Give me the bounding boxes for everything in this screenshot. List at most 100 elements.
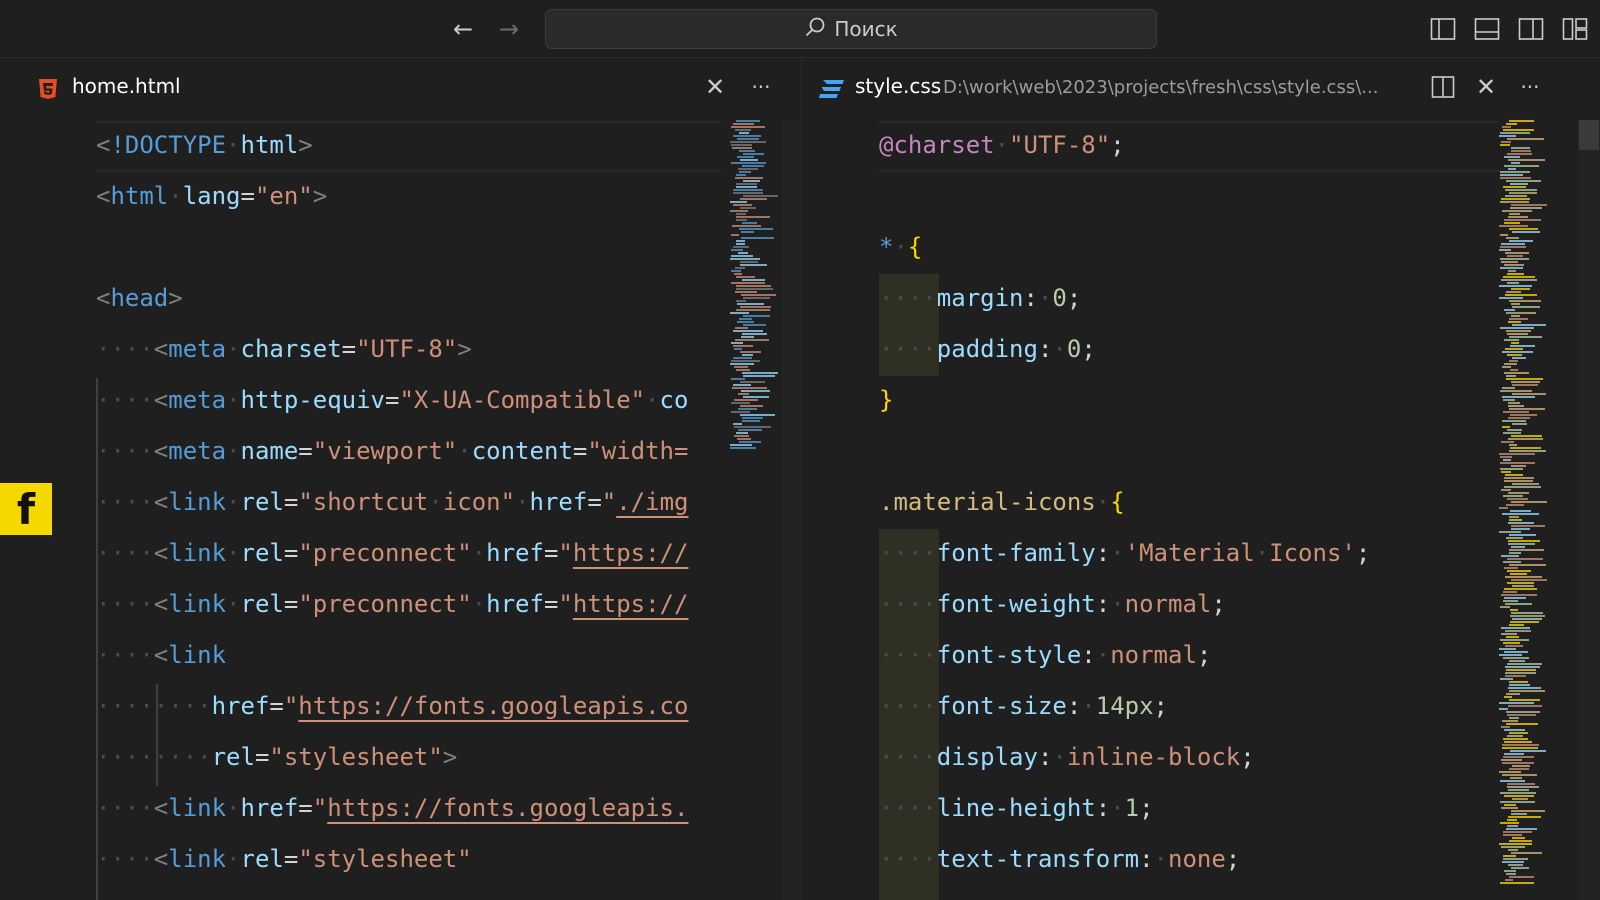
code-token: 0	[1052, 284, 1067, 312]
code-line[interactable]: ····margin:·0;	[879, 273, 1081, 324]
minimap-line	[1511, 150, 1531, 152]
minimap-line	[1511, 810, 1545, 812]
code-line[interactable]: }	[879, 375, 893, 426]
minimap-line	[1501, 594, 1537, 596]
minimap-line	[730, 210, 748, 212]
minimap-line	[1511, 147, 1530, 149]
minimap-line	[737, 138, 759, 140]
more-actions-icon[interactable]: ···	[1515, 72, 1545, 102]
code-line[interactable]: <html·lang="en">	[96, 171, 327, 222]
code-token: }	[879, 386, 894, 414]
code-line[interactable]: ····<link·href="https://fonts.googleapis…	[96, 783, 688, 834]
minimap-line	[1507, 735, 1523, 737]
code-line[interactable]: ········rel="stylesheet">	[96, 732, 457, 783]
code-token: ····	[879, 284, 937, 312]
more-actions-icon[interactable]: ···	[746, 72, 776, 102]
tab-style-css[interactable]: style.css	[855, 74, 941, 98]
toggle-panel-icon[interactable]	[1472, 14, 1502, 44]
code-token: >	[298, 131, 313, 159]
code-line[interactable]: ····<link·rel="preconnect"·href="https:/…	[96, 579, 688, 630]
minimap-right[interactable]	[1499, 120, 1551, 900]
code-line[interactable]: ····<meta·name="viewport"·content="width…	[96, 426, 688, 477]
code-token: ····	[96, 386, 154, 414]
minimap-line	[1500, 462, 1535, 464]
minimap-line	[737, 438, 751, 440]
code-token: ····	[96, 437, 154, 465]
forward-button[interactable]: →	[494, 14, 524, 44]
code-line[interactable]: .material-icons·{	[879, 477, 1125, 528]
code-line[interactable]: @charset·"UTF-8";	[879, 120, 1125, 171]
scrollbar-right[interactable]	[1577, 120, 1600, 900]
minimap-line	[743, 375, 775, 377]
toggle-secondary-sidebar-icon[interactable]	[1516, 14, 1546, 44]
minimap-line	[1505, 666, 1540, 668]
minimap-line	[731, 162, 766, 164]
customize-layout-icon[interactable]	[1560, 14, 1590, 44]
code-token: 1	[1124, 794, 1140, 822]
minimap-line	[742, 420, 760, 422]
minimap-line	[1508, 159, 1545, 161]
minimap-line	[739, 150, 755, 152]
scrollbar-left[interactable]	[782, 120, 802, 900]
code-line[interactable]: ····padding:·0;	[879, 324, 1096, 375]
code-line[interactable]: <!DOCTYPE·html>	[96, 120, 313, 171]
minimap-line	[1508, 417, 1530, 419]
command-center-search[interactable]: Поиск	[545, 9, 1157, 49]
code-editor-css[interactable]: @charset·"UTF-8"; *·{····margin:·0; ····pa…	[879, 120, 1499, 900]
minimap-line	[743, 297, 770, 299]
minimap-line	[738, 393, 749, 395]
minimap-line	[1510, 414, 1537, 416]
code-line[interactable]: <head>	[96, 273, 183, 324]
code-line[interactable]: ····<meta·http-equiv="X-UA-Compatible"·c…	[96, 375, 688, 426]
code-line[interactable]: ········href="https://fonts.googleapis.c…	[96, 681, 688, 732]
minimap-line	[733, 357, 752, 359]
code-token: font-weight	[936, 590, 1096, 618]
code-token: :	[1066, 692, 1082, 720]
code-line[interactable]: ····font-style:·normal;	[879, 630, 1211, 681]
minimap-line	[1501, 441, 1514, 443]
minimap-line	[740, 351, 761, 353]
minimap-line	[1502, 126, 1511, 128]
code-token: >	[442, 743, 458, 771]
split-editor-icon[interactable]	[1428, 72, 1458, 102]
minimap-line	[1502, 351, 1533, 353]
minimap-line	[1511, 813, 1527, 815]
code-line[interactable]: ····<link·rel="stylesheet"	[96, 834, 472, 885]
code-line[interactable]: ····font-family:·'Material·Icons';	[879, 528, 1370, 579]
minimap-line	[1501, 726, 1510, 728]
code-line[interactable]: ····line-height:·1;	[879, 783, 1154, 834]
minimap-line	[1512, 357, 1526, 359]
minimap-line	[1503, 738, 1528, 740]
code-token: =	[298, 437, 313, 465]
code-line[interactable]: ····font-size:·14px;	[879, 681, 1168, 732]
tab-home-html[interactable]: home.html	[72, 74, 181, 98]
code-token: icon"	[442, 488, 516, 516]
code-line[interactable]: *·{	[879, 222, 922, 273]
code-token: >	[457, 335, 472, 363]
toggle-primary-sidebar-icon[interactable]	[1428, 14, 1458, 44]
minimap-line	[733, 123, 754, 125]
minimap-line	[1506, 537, 1523, 539]
code-line[interactable]: ····display:·inline-block;	[879, 732, 1255, 783]
code-line[interactable]: ····font-weight:·normal;	[879, 579, 1226, 630]
minimap-left[interactable]	[730, 120, 782, 900]
close-tab-icon[interactable]: ✕	[1471, 72, 1501, 102]
minimap-line	[731, 144, 752, 146]
code-token: ····	[879, 692, 937, 720]
floating-facebook-badge[interactable]: f	[0, 483, 52, 535]
code-token: ····	[879, 743, 937, 771]
code-token: =	[254, 743, 270, 771]
code-line[interactable]: ····text-transform:·none;	[879, 834, 1240, 885]
close-tab-icon[interactable]: ✕	[700, 72, 730, 102]
code-token: ·	[226, 488, 241, 516]
code-line[interactable]: ····<link·rel="preconnect"·href="https:/…	[96, 528, 688, 579]
minimap-line	[1507, 255, 1523, 257]
code-line[interactable]: ····<link·rel="shortcut·icon"·href="./im…	[96, 477, 688, 528]
back-button[interactable]: ←	[448, 14, 478, 44]
code-editor-html[interactable]: <!DOCTYPE·html> <html·lang="en"> <head> ···…	[96, 120, 722, 900]
minimap-line	[1507, 819, 1517, 821]
code-line[interactable]: ····<meta·charset="UTF-8">	[96, 324, 472, 375]
scrollbar-thumb-right[interactable]	[1579, 120, 1599, 150]
minimap-line	[733, 135, 761, 137]
code-line[interactable]: ····<link	[96, 630, 226, 681]
